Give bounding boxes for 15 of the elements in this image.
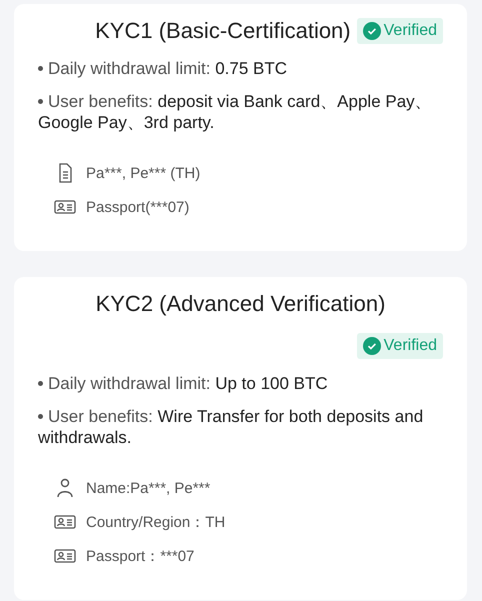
bullet-text: Daily withdrawal limit: 0.75 BTC [38, 54, 443, 83]
bullet-text: Daily withdrawal limit: Up to 100 BTC [38, 369, 443, 398]
detail-text: Pa***, Pe*** (TH) [86, 164, 200, 182]
check-icon [362, 337, 381, 355]
verified-badge: Verified [356, 333, 443, 359]
bullet-text: User benefits: deposit via Bank card、Apple Pay、Google Pay、3rd party. [38, 91, 433, 134]
check-icon [362, 22, 381, 40]
detail-text: Name:Pa***, Pe*** [86, 480, 210, 496]
detail-text: Passport(***07) [86, 198, 190, 216]
card-title: KYC1 (Basic-Certification) [95, 18, 351, 44]
bullet-text: User benefits: Wire Transfer for both deposits and withdrawals. [38, 406, 424, 449]
detail-text: Passport：***07 [86, 546, 194, 566]
verified-badge: Verified [356, 18, 443, 44]
card-title: KYC2 (Advanced Verification) [96, 291, 386, 317]
detail-text: Country/Region：TH [86, 512, 226, 532]
